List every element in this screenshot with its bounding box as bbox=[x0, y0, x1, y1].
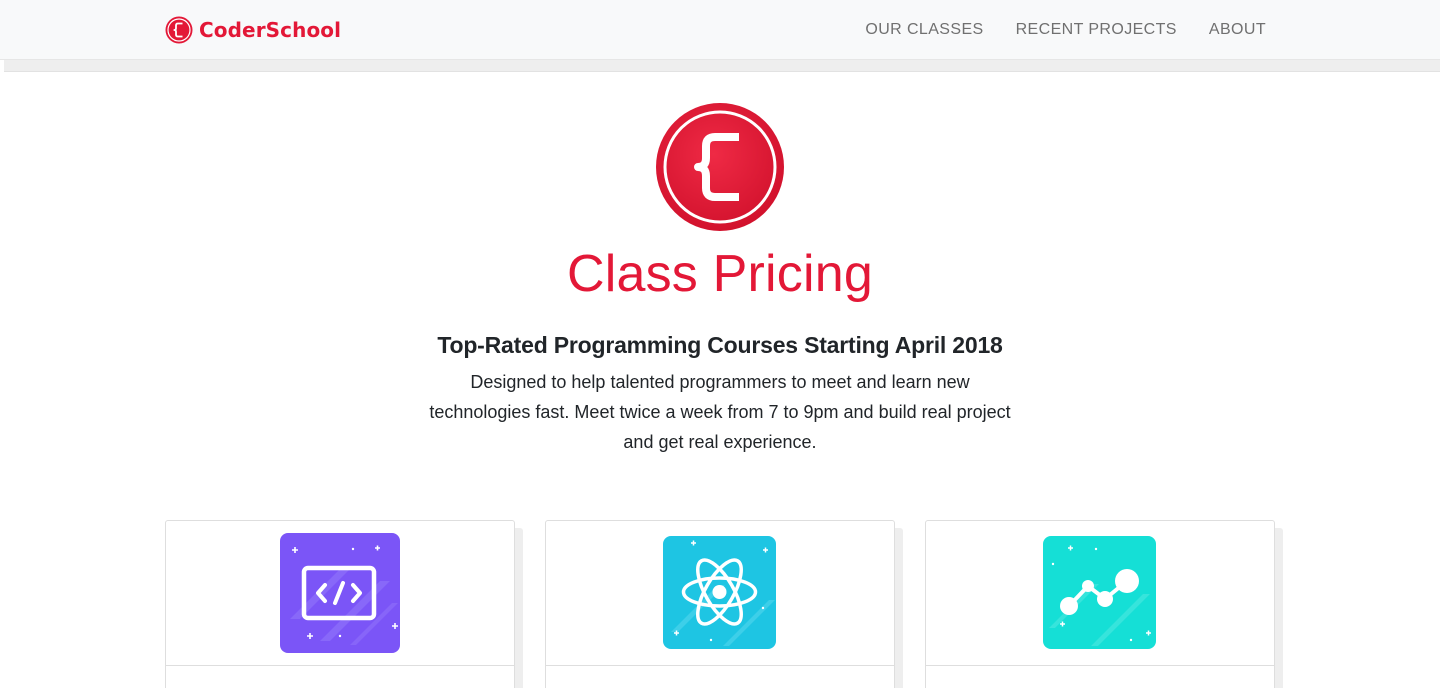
code-icon bbox=[280, 533, 400, 653]
brand-link[interactable]: CoderSchool bbox=[165, 15, 341, 45]
react-atom-icon bbox=[663, 536, 776, 649]
course-card-react[interactable] bbox=[545, 520, 895, 688]
data-graph-icon bbox=[1043, 536, 1156, 649]
coderschool-logo-icon bbox=[165, 16, 193, 44]
page-title: Class Pricing bbox=[566, 245, 874, 303]
brand-name: CoderSchool bbox=[199, 18, 342, 42]
card-divider bbox=[546, 665, 894, 666]
coderschool-hero-logo-icon bbox=[656, 103, 784, 231]
navbar-shadow bbox=[4, 60, 1440, 72]
nav-links: OUR CLASSES RECENT PROJECTS ABOUT bbox=[865, 0, 1266, 60]
page-description: Designed to help talented programmers to… bbox=[429, 372, 1011, 452]
card-divider bbox=[166, 665, 514, 666]
course-card-data[interactable] bbox=[925, 520, 1275, 688]
card-divider bbox=[926, 665, 1274, 666]
nav-link-recent-projects[interactable]: RECENT PROJECTS bbox=[1016, 21, 1177, 39]
course-card-web[interactable] bbox=[165, 520, 515, 688]
nav-link-about[interactable]: ABOUT bbox=[1209, 21, 1266, 39]
nav-link-our-classes[interactable]: OUR CLASSES bbox=[865, 21, 983, 39]
navbar: CoderSchool OUR CLASSES RECENT PROJECTS … bbox=[0, 0, 1440, 60]
page-subtitle: Top-Rated Programming Courses Starting A… bbox=[437, 332, 1003, 358]
